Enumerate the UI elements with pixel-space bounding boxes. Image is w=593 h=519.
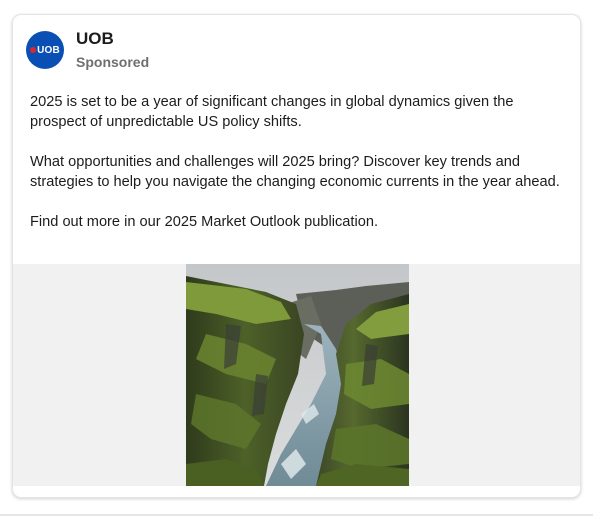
post-media[interactable] [13, 264, 580, 486]
brand-name[interactable]: UOB [76, 29, 149, 49]
sponsored-label: Sponsored [76, 54, 150, 70]
post-paragraph: 2025 is set to be a year of significant … [30, 94, 514, 130]
canyon-photo[interactable] [186, 264, 409, 486]
avatar-text: UOB [37, 44, 60, 56]
post-author: UOB Sponsored [76, 29, 149, 71]
feed-divider [0, 514, 593, 516]
sponsored-post-card: UOB UOB Sponsored 2025 is set to be a ye… [12, 14, 581, 498]
logo-dot [30, 47, 37, 53]
post-header: UOB UOB Sponsored [26, 29, 149, 71]
post-paragraph: What opportunities and challenges will 2… [30, 154, 560, 190]
post-body: 2025 is set to be a year of significant … [30, 92, 560, 252]
post-paragraph: Find out more in our 2025 Market Outlook… [30, 214, 379, 230]
uob-logo-icon[interactable]: UOB [26, 31, 64, 69]
